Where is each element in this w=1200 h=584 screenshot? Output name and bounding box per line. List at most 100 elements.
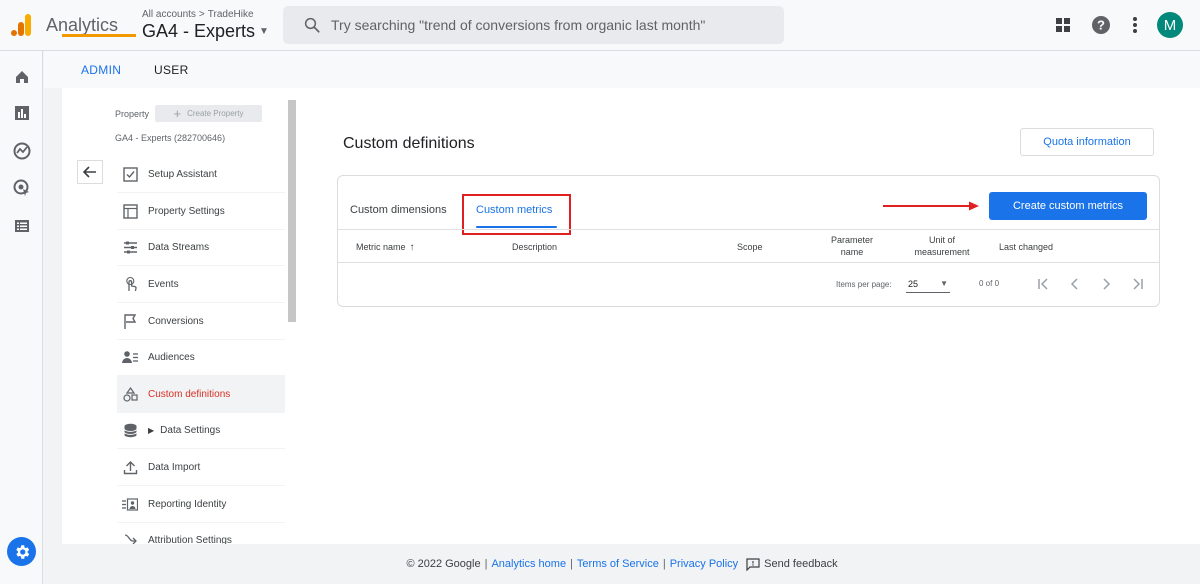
nav-item-label: Data Import bbox=[148, 461, 201, 473]
breadcrumb[interactable]: All accounts > TradeHike bbox=[142, 9, 254, 20]
copyright: © 2022 Google bbox=[406, 558, 481, 570]
nav-item-label: Property Settings bbox=[148, 205, 225, 217]
audiences-icon bbox=[121, 348, 139, 366]
column-parameter-name[interactable]: Parameter name bbox=[820, 234, 884, 258]
upload-icon bbox=[121, 458, 139, 476]
items-per-page-select[interactable]: 25 ▼ bbox=[906, 275, 950, 293]
items-per-page-label: Items per page: bbox=[836, 280, 892, 289]
nav-item-attribution-settings[interactable]: Attribution Settings bbox=[117, 522, 285, 544]
nav-item-custom-definitions[interactable]: Custom definitions bbox=[117, 376, 285, 413]
more-vert-icon[interactable] bbox=[1124, 14, 1146, 36]
apps-grid-icon[interactable] bbox=[1052, 14, 1074, 36]
dropdown-arrow-icon: ▼ bbox=[940, 279, 948, 288]
create-property-label: Create Property bbox=[187, 109, 244, 118]
nav-item-label: Events bbox=[148, 278, 179, 290]
reporting-identity-icon bbox=[121, 495, 139, 513]
admin-nav: Property + Create Property GA4 - Experts… bbox=[62, 88, 298, 544]
nav-item-label: Attribution Settings bbox=[148, 534, 232, 545]
column-metric-name[interactable]: Metric name ↑ bbox=[356, 241, 415, 254]
avatar[interactable]: M bbox=[1157, 12, 1183, 38]
nav-item-label: Setup Assistant bbox=[148, 168, 217, 180]
column-description[interactable]: Description bbox=[512, 241, 557, 253]
analytics-logo-icon[interactable] bbox=[10, 13, 34, 37]
privacy-link[interactable]: Privacy Policy bbox=[670, 558, 738, 570]
nav-item-label: Reporting Identity bbox=[148, 498, 227, 510]
divider: | bbox=[662, 558, 666, 570]
arrow-back-icon bbox=[83, 166, 96, 178]
nav-item-audiences[interactable]: Audiences bbox=[117, 339, 285, 376]
column-unit-of-measurement[interactable]: Unit of measurement bbox=[906, 234, 978, 258]
nav-item-setup-assistant[interactable]: Setup Assistant bbox=[117, 156, 285, 193]
app-title: Analytics bbox=[46, 15, 119, 35]
nav-item-data-settings[interactable]: ▶ Data Settings bbox=[117, 412, 285, 449]
page-title: Custom definitions bbox=[343, 135, 475, 152]
nav-item-reporting-identity[interactable]: Reporting Identity bbox=[117, 486, 285, 523]
checkbox-icon bbox=[121, 165, 139, 183]
property-settings-icon bbox=[121, 202, 139, 220]
shapes-icon bbox=[121, 385, 139, 403]
nav-scrollbar[interactable] bbox=[288, 100, 296, 322]
nav-item-label: Audiences bbox=[148, 351, 195, 363]
last-page-icon[interactable] bbox=[1128, 275, 1146, 293]
annotation-arrow-icon bbox=[883, 201, 979, 211]
events-touch-icon bbox=[121, 275, 139, 293]
send-feedback-link[interactable]: Send feedback bbox=[764, 558, 837, 570]
tab-custom-dimensions[interactable]: Custom dimensions bbox=[350, 204, 447, 216]
home-icon[interactable] bbox=[12, 67, 32, 87]
footer: © 2022 Google | Analytics home | Terms o… bbox=[44, 544, 1200, 584]
nav-item-property-settings[interactable]: Property Settings bbox=[117, 193, 285, 230]
table-header: Metric name ↑ Description Scope Parameter… bbox=[338, 229, 1159, 263]
terms-link[interactable]: Terms of Service bbox=[577, 558, 659, 570]
previous-page-icon[interactable] bbox=[1066, 275, 1084, 293]
data-streams-icon bbox=[121, 238, 139, 256]
help-icon[interactable]: ? bbox=[1090, 14, 1112, 36]
search-input[interactable] bbox=[331, 14, 761, 36]
first-page-icon[interactable] bbox=[1035, 275, 1053, 293]
nav-item-events[interactable]: Events bbox=[117, 266, 285, 303]
property-selector[interactable]: GA4 - Experts ▼ bbox=[142, 21, 269, 42]
quota-information-button[interactable]: Quota information bbox=[1020, 128, 1154, 156]
advertising-icon[interactable] bbox=[12, 178, 32, 198]
property-id: GA4 - Experts (282700646) bbox=[115, 133, 226, 143]
create-custom-metrics-button[interactable]: Create custom metrics bbox=[989, 192, 1147, 220]
tab-user[interactable]: USER bbox=[154, 63, 189, 77]
column-last-changed[interactable]: Last changed bbox=[999, 241, 1053, 253]
breadcrumb-separator: > bbox=[198, 9, 205, 20]
explore-icon[interactable] bbox=[12, 141, 32, 161]
admin-tab-indicator bbox=[62, 34, 136, 37]
divider: | bbox=[484, 558, 488, 570]
nav-item-data-streams[interactable]: Data Streams bbox=[117, 229, 285, 266]
nav-item-conversions[interactable]: Conversions bbox=[117, 303, 285, 340]
tab-admin[interactable]: ADMIN bbox=[81, 63, 121, 77]
property-name: GA4 - Experts bbox=[142, 21, 256, 41]
nav-item-data-import[interactable]: Data Import bbox=[117, 449, 285, 486]
analytics-home-link[interactable]: Analytics home bbox=[491, 558, 566, 570]
caret-down-icon: ▼ bbox=[259, 26, 269, 37]
nav-item-label: Data Streams bbox=[148, 241, 210, 253]
nav-item-label: Custom definitions bbox=[148, 388, 231, 400]
flag-icon bbox=[121, 312, 139, 330]
settings-icon[interactable] bbox=[7, 537, 36, 566]
divider: | bbox=[570, 558, 573, 570]
sort-arrow-up-icon[interactable]: ↑ bbox=[410, 242, 415, 254]
attribution-icon bbox=[121, 531, 139, 544]
reports-icon[interactable] bbox=[12, 103, 32, 123]
svg-text:?: ? bbox=[1097, 18, 1105, 33]
search-icon bbox=[304, 17, 320, 33]
feedback-icon[interactable] bbox=[746, 557, 760, 571]
configure-icon[interactable] bbox=[12, 216, 32, 236]
back-button[interactable] bbox=[77, 160, 103, 184]
items-per-page-value: 25 bbox=[908, 278, 919, 289]
main-panel: Property + Create Property GA4 - Experts… bbox=[62, 88, 1200, 544]
search-bar[interactable] bbox=[283, 6, 784, 44]
breadcrumb-child[interactable]: TradeHike bbox=[208, 9, 254, 20]
plus-icon: + bbox=[173, 106, 182, 121]
column-scope[interactable]: Scope bbox=[737, 241, 763, 253]
pager-count: 0 of 0 bbox=[979, 279, 1000, 288]
create-property-button[interactable]: + Create Property bbox=[155, 105, 262, 122]
top-bar: Analytics All accounts > TradeHike GA4 - E… bbox=[0, 0, 1200, 51]
property-label: Property bbox=[115, 109, 150, 119]
breadcrumb-account[interactable]: All accounts bbox=[142, 9, 196, 20]
expand-arrow-icon[interactable]: ▶ bbox=[148, 426, 154, 435]
next-page-icon[interactable] bbox=[1097, 275, 1115, 293]
